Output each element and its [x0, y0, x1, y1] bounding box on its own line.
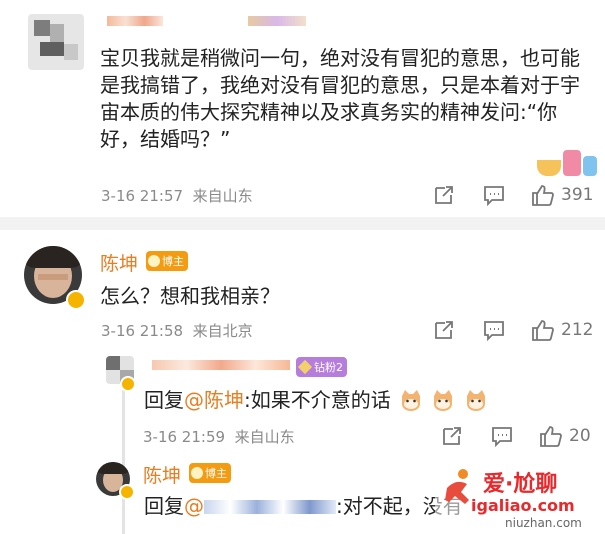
verified-icon [66, 290, 86, 310]
mention-link[interactable]: @ [184, 494, 204, 518]
watermark-title: 爱·尬聊 [483, 472, 558, 497]
comment-source: 来自山东 [192, 187, 253, 205]
comment-text: 宝贝我就是稍微问一句，绝对没有冒犯的意思，也可能是我搞错了，我绝对没有冒犯的意思… [100, 46, 580, 151]
like-count: 212 [561, 320, 594, 340]
crown-icon [191, 467, 203, 479]
comment-button[interactable] [483, 184, 505, 206]
badge-blurred [248, 16, 306, 26]
thumbs-up-icon [540, 426, 562, 447]
comment-icon [492, 427, 512, 447]
like-count: 391 [561, 185, 594, 205]
reply-text: 回复@:对不起，没有 [144, 494, 463, 518]
blogger-badge: 博主 [146, 251, 188, 271]
reply-meta: 3-16 21:59 来自山东 [143, 426, 295, 447]
comment-icon [484, 186, 504, 206]
watermark-url-secondary: niuzhan.com [505, 516, 582, 530]
comment-button[interactable] [483, 319, 505, 341]
author-name[interactable]: 陈坤 [143, 461, 181, 488]
comment-card: 宝贝我就是稍微问一句，绝对没有冒犯的意思，也可能是我搞错了，我绝对没有冒犯的意思… [0, 0, 605, 217]
like-button[interactable]: 20 [539, 424, 591, 448]
share-icon [443, 427, 461, 445]
decoration-sticker [537, 146, 599, 180]
like-button[interactable]: 212 [531, 318, 593, 342]
cat-emoji-icon [464, 388, 488, 412]
like-button[interactable]: 391 [531, 183, 593, 207]
share-button[interactable] [433, 319, 455, 341]
mention-link[interactable]: @陈坤 [184, 388, 244, 412]
mention-blurred [204, 500, 336, 514]
comment-text: 怎么？想和我相亲？ [100, 284, 280, 308]
blogger-badge: 博主 [189, 463, 231, 483]
author-name[interactable]: 陈坤 [100, 249, 138, 276]
watermark-url: igaliao.com [471, 496, 575, 515]
comment-time: 3-16 21:58 [101, 322, 184, 340]
share-icon [435, 186, 453, 204]
thumbs-up-icon [532, 185, 554, 206]
reply-source: 来自山东 [234, 428, 295, 446]
like-count: 20 [569, 426, 591, 446]
diamond-icon [297, 359, 313, 375]
share-icon [435, 321, 453, 339]
crown-icon [148, 255, 160, 267]
avatar[interactable] [28, 14, 84, 70]
share-button[interactable] [433, 184, 455, 206]
comment-source: 来自北京 [192, 322, 253, 340]
cat-emoji-icon [399, 388, 423, 412]
thumbs-up-icon [532, 320, 554, 341]
comment-meta: 3-16 21:57 来自山东 [101, 185, 253, 206]
comment-button[interactable] [491, 425, 513, 447]
verified-icon [120, 376, 136, 392]
reply-text: 回复@陈坤:如果不介意的话 [144, 387, 488, 414]
comment-icon [484, 321, 504, 341]
reply-time: 3-16 21:59 [143, 428, 226, 446]
fan-badge: 钻粉2 [296, 357, 347, 377]
share-button[interactable] [441, 425, 463, 447]
verified-icon [119, 484, 135, 500]
cat-emoji-icon [431, 388, 455, 412]
thread-line [122, 384, 125, 534]
comment-time: 3-16 21:57 [101, 187, 184, 205]
username-blurred[interactable] [152, 360, 290, 370]
site-watermark: 爱·尬聊 igaliao.com niuzhan.com [435, 464, 605, 534]
username-blurred[interactable] [107, 16, 163, 26]
comment-meta: 3-16 21:58 来自北京 [101, 320, 253, 341]
